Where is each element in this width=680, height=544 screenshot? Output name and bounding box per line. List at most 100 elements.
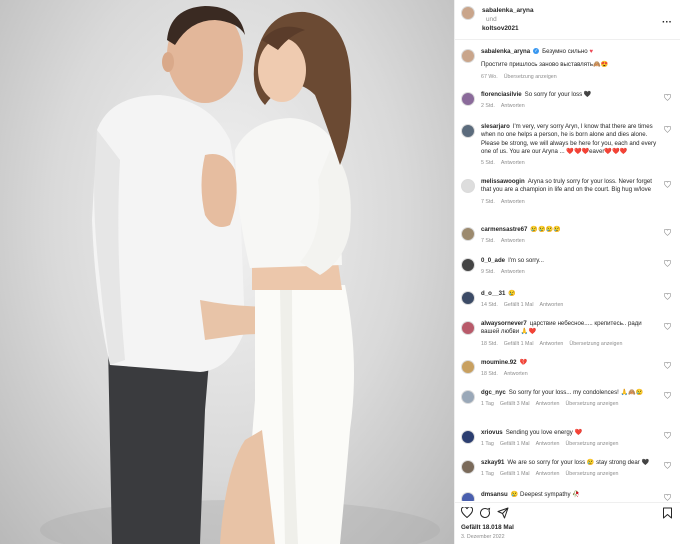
comment-like-icon[interactable]	[664, 362, 671, 369]
reply-button[interactable]: Antworten	[501, 238, 525, 244]
and-label: und	[486, 16, 497, 23]
comment-item: szkay91 We are so sorry for your loss 😢 s…	[461, 459, 675, 479]
comment-item: 0_0_ade I'm so sorry... 9 Std. Antworten	[461, 257, 675, 277]
comment-avatar[interactable]	[461, 179, 475, 193]
reply-button[interactable]: Antworten	[504, 371, 528, 377]
comment-like-icon[interactable]	[664, 293, 671, 300]
comment-like-icon[interactable]	[664, 462, 671, 469]
comment-time: 18 Std.	[481, 371, 498, 378]
comment-username[interactable]: 0_0_ade	[481, 257, 505, 264]
comment-time: 1 Tag	[481, 441, 494, 448]
post-photo[interactable]	[0, 0, 454, 544]
comment-like-icon[interactable]	[664, 260, 671, 267]
caption: sabalenka_aryna ✓ Безумно сильно ♥ Простит…	[461, 48, 675, 81]
comment-time: 14 Std.	[481, 302, 498, 309]
reply-button[interactable]: Antworten	[536, 471, 560, 477]
comment-username[interactable]: alwaysornever7	[481, 320, 527, 327]
comment-text: Sending you love energy ❤️	[505, 429, 583, 436]
comment-username[interactable]: dgc_nyc	[481, 389, 506, 396]
comment-avatar[interactable]	[461, 492, 475, 501]
caption-username[interactable]: sabalenka_aryna	[481, 48, 530, 55]
translate-link[interactable]: Übersetzung anzeigen	[565, 441, 618, 447]
comment-text: 😢😢😢😢	[530, 226, 561, 233]
comment-item: alwaysornever7 царствие небесное..... кре…	[461, 320, 675, 348]
reply-button[interactable]: Antworten	[501, 103, 525, 109]
post-date: 3. Dezember 2022	[461, 534, 505, 540]
comments-list[interactable]: sabalenka_aryna ✓ Безумно сильно ♥ Простит…	[455, 41, 680, 501]
comment-username[interactable]: carmensastre67	[481, 226, 527, 233]
comment-text: So sorry for your loss... my condolences…	[508, 389, 644, 396]
comment-username[interactable]: dmsansu	[481, 491, 508, 498]
reply-button[interactable]: Antworten	[540, 341, 564, 347]
reply-button[interactable]: Antworten	[501, 199, 525, 205]
comment-avatar[interactable]	[461, 460, 475, 474]
comment-likes[interactable]: Gefällt 1 Mal	[504, 302, 534, 308]
caption-translate[interactable]: Übersetzung anzeigen	[504, 74, 557, 80]
translate-link[interactable]: Übersetzung anzeigen	[565, 401, 618, 407]
comment-time: 2 Std.	[481, 103, 495, 110]
comment-avatar[interactable]	[461, 291, 475, 305]
reply-button[interactable]: Antworten	[501, 269, 525, 275]
comment-time: 1 Tag	[481, 401, 494, 408]
comment-avatar[interactable]	[461, 92, 475, 106]
comment-item: xriovus Sending you love energy ❤️ 1 Tag Ge…	[461, 429, 675, 449]
heart-icon[interactable]	[461, 507, 473, 518]
comment-time: 7 Std.	[481, 198, 495, 205]
likes-count[interactable]: Gefällt 18.018 Mal	[461, 524, 514, 531]
post-header: sabalenka_aryna und koltsov2021 ···	[455, 0, 680, 40]
comment-likes[interactable]: Gefällt 3 Mal	[500, 401, 530, 407]
comment-item: moumine.92 💔 18 Std. Antworten	[461, 359, 675, 379]
comment-username[interactable]: d_o__31	[481, 290, 505, 297]
comment-avatar[interactable]	[461, 124, 475, 138]
photo-illustration	[40, 6, 440, 544]
comment-likes[interactable]: Gefällt 1 Mal	[500, 441, 530, 447]
comment-avatar[interactable]	[461, 390, 475, 404]
reply-button[interactable]: Antworten	[540, 302, 564, 308]
comment-username[interactable]: slesarjaro	[481, 123, 510, 130]
comment-time: 9 Std.	[481, 269, 495, 276]
comment-like-icon[interactable]	[664, 432, 671, 439]
comment-username[interactable]: florenciasilvie	[481, 91, 522, 98]
comment-avatar[interactable]	[461, 360, 475, 374]
comment-like-icon[interactable]	[664, 494, 671, 501]
comment-username[interactable]: xriovus	[481, 429, 503, 436]
caption-avatar[interactable]	[461, 49, 475, 63]
comment-username[interactable]: szkay91	[481, 459, 504, 466]
comment-avatar[interactable]	[461, 321, 475, 335]
translate-link[interactable]: Übersetzung anzeigen	[565, 471, 618, 477]
comment-avatar[interactable]	[461, 227, 475, 241]
comment-avatar[interactable]	[461, 258, 475, 272]
comment-text: So sorry for your loss 🖤	[524, 91, 592, 98]
comment-like-icon[interactable]	[664, 392, 671, 399]
comment-time: 7 Std.	[481, 238, 495, 245]
comment-username[interactable]: melissawoogin	[481, 178, 525, 185]
translate-link[interactable]: Übersetzung anzeigen	[569, 341, 622, 347]
comment-like-icon[interactable]	[664, 323, 671, 330]
comment-like-icon[interactable]	[664, 126, 671, 133]
comment-like-icon[interactable]	[664, 181, 671, 188]
coauthor-username[interactable]: koltsov2021	[482, 24, 534, 33]
reply-button[interactable]: Antworten	[536, 441, 560, 447]
reply-button[interactable]: Antworten	[536, 401, 560, 407]
comment-time: 1 Tag	[481, 471, 494, 478]
comment-likes[interactable]: Gefällt 1 Mal	[504, 341, 534, 347]
comment-time: 5 Std.	[481, 160, 495, 167]
comment-text: 💔	[519, 359, 528, 366]
comment-avatar[interactable]	[461, 430, 475, 444]
comment-username[interactable]: moumine.92	[481, 359, 517, 366]
reply-button[interactable]: Antworten	[501, 160, 525, 166]
comment-icon[interactable]	[479, 507, 491, 519]
comment-text: I'm so sorry...	[508, 257, 544, 264]
post-actions: Gefällt 18.018 Mal 3. Dezember 2022	[455, 502, 680, 544]
author-avatar[interactable]	[461, 6, 475, 20]
more-icon[interactable]: ···	[662, 6, 672, 28]
comment-like-icon[interactable]	[664, 229, 671, 236]
send-icon[interactable]	[497, 507, 509, 519]
comment-like-icon[interactable]	[664, 94, 671, 101]
comment-item: dmsansu😢 Deepest sympathy 🥀1 TagGefällt …	[461, 491, 675, 501]
comment-item: dgc_nyc So sorry for your loss... my cond…	[461, 389, 675, 409]
bookmark-icon[interactable]	[662, 507, 673, 519]
comment-likes[interactable]: Gefällt 1 Mal	[500, 471, 530, 477]
verified-badge-icon: ✓	[533, 48, 540, 55]
author-username[interactable]: sabalenka_aryna	[482, 6, 534, 15]
